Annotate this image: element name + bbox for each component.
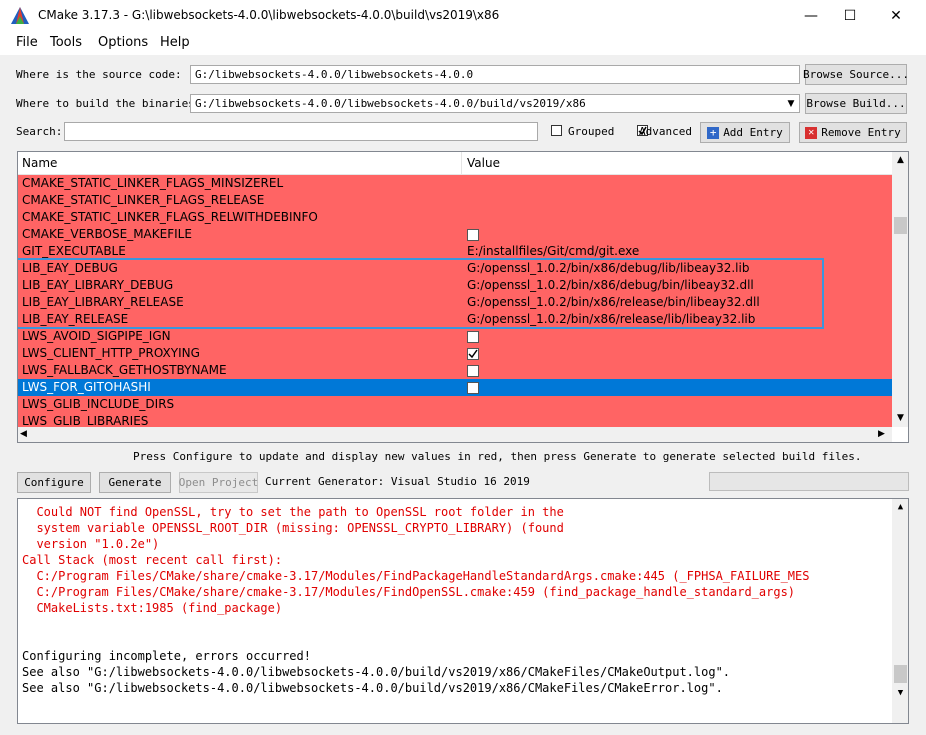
cell-name: LWS_FALLBACK_GETHOSTBYNAME	[22, 363, 227, 377]
table-row[interactable]: CMAKE_STATIC_LINKER_FLAGS_RELWITHDEBINFO	[18, 209, 892, 226]
scroll-left-icon[interactable]: ◀	[20, 427, 27, 442]
cell-name: CMAKE_VERBOSE_MAKEFILE	[22, 227, 192, 241]
vertical-scrollbar[interactable]: ▲ ▼	[892, 152, 908, 427]
column-divider[interactable]	[461, 152, 462, 174]
search-input[interactable]	[64, 122, 538, 141]
browse-build-button[interactable]: Browse Build...	[805, 93, 907, 114]
table-row[interactable]: CMAKE_VERBOSE_MAKEFILE	[18, 226, 892, 243]
log-line: version "1.0.2e")	[22, 537, 160, 551]
menu-tools[interactable]: Tools	[50, 35, 82, 50]
menu-help[interactable]: Help	[160, 35, 190, 50]
log-line: Call Stack (most recent call first):	[22, 553, 283, 567]
cell-name: LWS_AVOID_SIGPIPE_IGN	[22, 329, 171, 343]
build-path-combo[interactable]: G:/libwebsockets-4.0.0/libwebsockets-4.0…	[190, 94, 800, 113]
cell-checkbox[interactable]	[467, 229, 479, 241]
close-button[interactable]: ✕	[873, 0, 919, 31]
horizontal-scrollbar[interactable]: ◀ ▶	[18, 427, 892, 442]
scroll-thumb[interactable]	[894, 217, 907, 234]
cell-name: CMAKE_STATIC_LINKER_FLAGS_RELEASE	[22, 193, 265, 207]
cell-checkbox[interactable]	[467, 348, 479, 360]
hint-text: Press Configure to update and display ne…	[133, 450, 862, 463]
window-title: CMake 3.17.3 - G:\libwebsockets-4.0.0\li…	[38, 8, 500, 22]
log-line: See also "G:/libwebsockets-4.0.0/libwebs…	[22, 681, 723, 695]
table-row[interactable]: LWS_AVOID_SIGPIPE_IGN	[18, 328, 892, 345]
table-header: Name Value	[18, 152, 893, 175]
configure-button[interactable]: Configure	[17, 472, 91, 493]
log-line: Configuring incomplete, errors occurred!	[22, 649, 311, 663]
table-row[interactable]: CMAKE_STATIC_LINKER_FLAGS_MINSIZEREL	[18, 175, 892, 192]
column-header-name[interactable]: Name	[22, 156, 57, 170]
table-row[interactable]: CMAKE_STATIC_LINKER_FLAGS_RELEASE	[18, 192, 892, 209]
add-entry-label: Add Entry	[723, 126, 783, 139]
chevron-down-icon[interactable]: ▼	[783, 95, 799, 112]
current-generator-label: Current Generator: Visual Studio 16 2019	[265, 475, 530, 488]
source-path-field[interactable]: G:/libwebsockets-4.0.0/libwebsockets-4.0…	[190, 65, 800, 84]
output-log: Could NOT find OpenSSL, try to set the p…	[17, 498, 909, 724]
log-scroll-up-icon[interactable]: ▲	[892, 499, 908, 516]
build-label: Where to build the binaries:	[16, 97, 202, 110]
checkmark-icon	[468, 349, 478, 359]
table-row[interactable]: LWS_CLIENT_HTTP_PROXYING	[18, 345, 892, 362]
plus-icon: +	[707, 126, 720, 139]
scroll-up-icon[interactable]: ▲	[892, 152, 908, 169]
log-line: See also "G:/libwebsockets-4.0.0/libwebs…	[22, 665, 731, 679]
log-line: Could NOT find OpenSSL, try to set the p…	[22, 505, 564, 519]
remove-entry-label: Remove Entry	[821, 126, 901, 139]
log-line: C:/Program Files/CMake/share/cmake-3.17/…	[22, 585, 796, 599]
log-vertical-scrollbar[interactable]: ▲ ▼	[892, 499, 908, 723]
maximize-button[interactable]: ☐	[827, 0, 873, 31]
cell-value[interactable]: E:/installfiles/Git/cmd/git.exe	[467, 244, 639, 258]
log-scroll-thumb[interactable]	[894, 665, 907, 683]
menu-file[interactable]: File	[16, 35, 38, 50]
cell-name: CMAKE_STATIC_LINKER_FLAGS_MINSIZEREL	[22, 176, 284, 190]
cell-checkbox[interactable]	[467, 331, 479, 343]
search-label: Search:	[16, 125, 63, 138]
browse-source-button[interactable]: Browse Source...	[803, 64, 909, 85]
add-entry-button[interactable]: + Add Entry	[700, 122, 790, 143]
scroll-right-icon[interactable]: ▶	[878, 427, 885, 442]
grouped-label: Grouped	[568, 125, 615, 138]
menu-options[interactable]: Options	[98, 35, 148, 50]
remove-entry-button[interactable]: ✕ Remove Entry	[799, 122, 907, 143]
open-project-button[interactable]: Open Project	[179, 472, 258, 493]
log-line: system variable OPENSSL_ROOT_DIR (missin…	[22, 521, 564, 535]
title-bar: CMake 3.17.3 - G:\libwebsockets-4.0.0\li…	[0, 0, 926, 31]
progress-bar	[709, 472, 909, 491]
generate-button[interactable]: Generate	[99, 472, 171, 493]
log-line: C:/Program Files/CMake/share/cmake-3.17/…	[22, 569, 810, 583]
scroll-down-icon[interactable]: ▼	[892, 410, 908, 427]
grouped-checkbox[interactable]	[551, 125, 562, 136]
cache-table: Name Value CMAKE_STATIC_LINKER_FLAGS_MIN…	[17, 151, 909, 443]
cell-name: LWS_CLIENT_HTTP_PROXYING	[22, 346, 200, 360]
source-label: Where is the source code:	[16, 68, 182, 81]
log-scroll-down-icon[interactable]: ▼	[892, 685, 908, 702]
cell-name: GIT_EXECUTABLE	[22, 244, 126, 258]
table-row[interactable]: LWS_FOR_GITOHASHI	[18, 379, 892, 396]
cell-checkbox[interactable]	[467, 365, 479, 377]
log-line: CMakeLists.txt:1985 (find_package)	[22, 601, 283, 615]
table-row[interactable]: LWS_FALLBACK_GETHOSTBYNAME	[18, 362, 892, 379]
cell-name: LWS_GLIB_LIBRARIES	[22, 414, 149, 428]
table-row[interactable]: LWS_GLIB_INCLUDE_DIRS	[18, 396, 892, 413]
cell-name: CMAKE_STATIC_LINKER_FLAGS_RELWITHDEBINFO	[22, 210, 318, 224]
cell-checkbox[interactable]	[467, 382, 479, 394]
remove-icon: ✕	[805, 126, 818, 139]
highlight-box	[18, 258, 824, 329]
cmake-triangle-icon	[11, 7, 29, 24]
cell-name: LWS_FOR_GITOHASHI	[22, 380, 151, 394]
column-header-value[interactable]: Value	[467, 156, 500, 170]
cell-name: LWS_GLIB_INCLUDE_DIRS	[22, 397, 175, 411]
advanced-label: Advanced	[639, 125, 692, 138]
